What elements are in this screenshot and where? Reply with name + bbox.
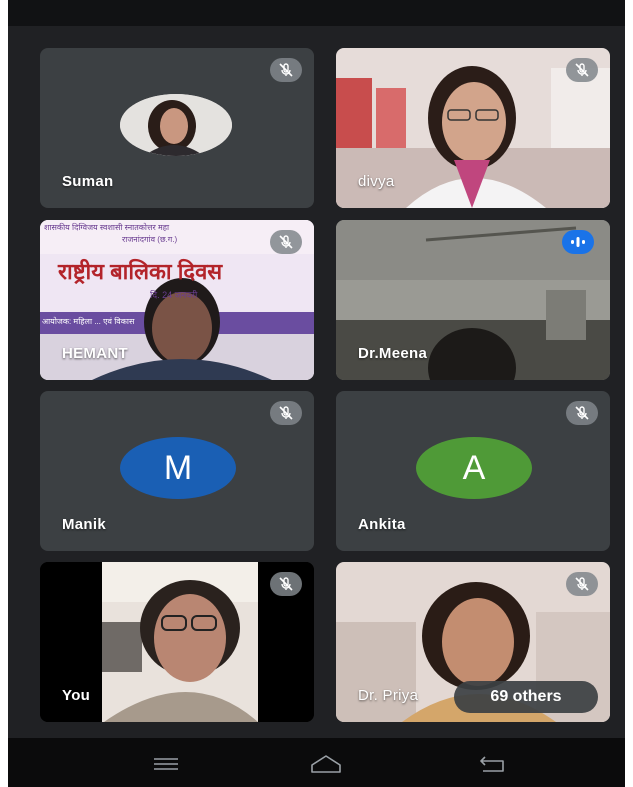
banner-title: राष्ट्रीय बालिका दिवस bbox=[58, 259, 223, 284]
participant-tile-dr-priya[interactable]: Dr. Priya 69 others bbox=[336, 562, 610, 722]
mic-off-icon bbox=[566, 401, 598, 425]
letter-avatar: M bbox=[120, 437, 236, 499]
participant-tile-suman[interactable]: Suman bbox=[40, 48, 314, 208]
profile-photo-avatar bbox=[120, 94, 232, 156]
banner-line1: शासकीय दिग्विजय स्वशासी स्नातकोत्तर महा bbox=[44, 223, 170, 232]
mic-off-icon bbox=[270, 401, 302, 425]
system-nav-bar bbox=[8, 738, 625, 787]
mic-off-icon bbox=[270, 58, 302, 82]
participant-tile-hemant[interactable]: शासकीय दिग्विजय स्वशासी स्नातकोत्तर महा … bbox=[40, 220, 314, 380]
participant-name: Suman bbox=[62, 173, 114, 190]
participant-tile-manik[interactable]: M Manik bbox=[40, 391, 314, 551]
letter-avatar: A bbox=[416, 437, 532, 499]
banner-line3: दि. 24 जनवरी bbox=[150, 290, 198, 300]
mic-off-icon bbox=[270, 230, 302, 254]
participant-tile-self[interactable]: You bbox=[40, 562, 314, 722]
others-count-button[interactable]: 69 others bbox=[454, 681, 598, 713]
meeting-screen: Suman divya शासकीय दिग्विजय स्वशासी स्ना… bbox=[8, 0, 625, 787]
back-icon[interactable] bbox=[473, 752, 513, 776]
home-icon[interactable] bbox=[306, 752, 346, 776]
participant-name: Dr. Priya bbox=[358, 687, 419, 704]
status-bar bbox=[8, 0, 625, 26]
speaking-icon bbox=[562, 230, 594, 254]
banner-line2: राजनांदगांव (छ.ग.) bbox=[122, 235, 178, 244]
participant-name: Manik bbox=[62, 516, 107, 533]
menu-icon[interactable] bbox=[146, 752, 186, 776]
mic-off-icon bbox=[566, 58, 598, 82]
banner-line4: आयोजक: महिला ... एवं विकास bbox=[42, 317, 135, 326]
participant-tile-ankita[interactable]: A Ankita bbox=[336, 391, 610, 551]
participant-tile-dr-meena[interactable]: Dr.Meena bbox=[336, 220, 610, 380]
participant-tile-divya[interactable]: divya bbox=[336, 48, 610, 208]
participant-name: HEMANT bbox=[62, 345, 128, 362]
mic-off-icon bbox=[566, 572, 598, 596]
participant-name: Dr.Meena bbox=[358, 345, 428, 362]
participant-name: Ankita bbox=[358, 516, 406, 533]
mic-off-icon bbox=[270, 572, 302, 596]
participant-name: You bbox=[62, 687, 91, 704]
participant-name: divya bbox=[358, 173, 395, 190]
